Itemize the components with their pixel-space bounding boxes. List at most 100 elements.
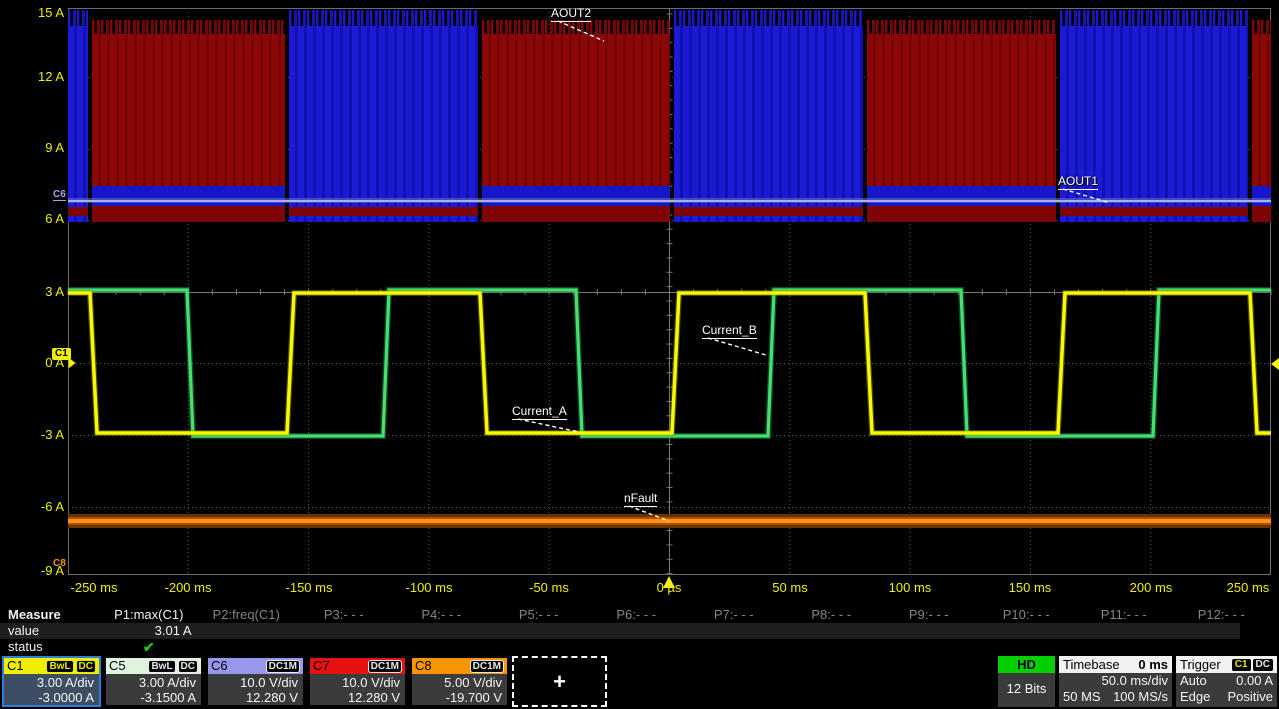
status-row-label: status: [0, 639, 100, 655]
channel-descriptor-c1[interactable]: C1BwLDC3.00 A/div-3.0000 A: [2, 656, 101, 707]
measure-param-status: [978, 639, 1076, 655]
measure-param-status: [1075, 639, 1173, 655]
measure-status-row: status ✔: [0, 639, 1279, 655]
measure-param-status: [295, 639, 393, 655]
measure-param-value: [198, 623, 296, 639]
channel-header: C6DC1M: [208, 658, 303, 674]
measure-param-status: [588, 639, 686, 655]
measure-param-value: [783, 623, 881, 639]
channel-offset: -3.0000 A: [4, 690, 94, 705]
oscilloscope-screen: 15 A12 A9 A6 A3 A0 A-3 A-6 A-9 A -250 ms…: [0, 0, 1279, 709]
hd-badge: HD: [998, 656, 1055, 673]
trigger-mode: Auto: [1180, 673, 1207, 689]
annotation-leader-lines: [0, 0, 1279, 607]
channel-scale: 5.00 V/div: [412, 675, 502, 690]
coupling-badge: DC: [76, 660, 96, 673]
measure-param-header[interactable]: P3:- - -: [295, 607, 393, 623]
trigger-slope: Positive: [1227, 689, 1273, 705]
measure-param-status: [880, 639, 978, 655]
trigger-source-chip: C1: [1232, 659, 1251, 671]
channel-offset: 12.280 V: [310, 690, 400, 705]
measure-param-header[interactable]: P10:- - -: [978, 607, 1076, 623]
measure-param-value: [490, 623, 588, 639]
annotation-leader: [1063, 189, 1110, 203]
timebase-box[interactable]: Timebase 0 ms 50.0 ms/div 50 MS 100 MS/s: [1059, 656, 1172, 707]
measure-param-value: [880, 623, 978, 639]
measure-param-value: [978, 623, 1076, 639]
coupling-badge: BwL: [46, 660, 73, 673]
coupling-badge: DC1M: [368, 660, 402, 673]
channel-id: C7: [313, 659, 330, 673]
measure-param-header[interactable]: P4:- - -: [393, 607, 491, 623]
coupling-badge: DC: [178, 660, 198, 673]
channel-settings: 10.0 V/div12.280 V: [208, 674, 303, 705]
value-row-label: value: [0, 623, 100, 639]
measure-param-status: [490, 639, 588, 655]
channel-badges: BwLDC: [148, 660, 198, 673]
trigger-coupling-chip: DC: [1253, 659, 1273, 671]
measure-param-status: [393, 639, 491, 655]
channel-descriptor-c5[interactable]: C5 BwLDC3.00 A/div-3.1500 A: [104, 656, 203, 707]
channel-settings: 10.0 V/div12.280 V: [310, 674, 405, 705]
measure-param-value: [588, 623, 686, 639]
timebase-samples: 50 MS: [1063, 689, 1101, 705]
channel-header: C8 DC1M: [412, 658, 507, 674]
timebase-scale: 50.0 ms/div: [1102, 673, 1168, 689]
channel-offset: 12.280 V: [208, 690, 298, 705]
hd-bits: 12 Bits: [998, 673, 1055, 705]
channel-settings: 3.00 A/div-3.1500 A: [106, 674, 201, 705]
measure-param-header[interactable]: P5:- - -: [490, 607, 588, 623]
measure-param-header[interactable]: P7:- - -: [685, 607, 783, 623]
trigger-box[interactable]: Trigger C1 DC Auto 0.00 A Edge Positive: [1176, 656, 1277, 707]
channel-scale: 10.0 V/div: [310, 675, 400, 690]
channel-header: C7 DC1M: [310, 658, 405, 674]
channel-id: C5: [109, 659, 126, 673]
channel-badges: DC1M: [266, 660, 300, 673]
trigger-title: Trigger: [1180, 657, 1221, 672]
measure-param-header[interactable]: P12:- - -: [1173, 607, 1271, 623]
annotation-leader: [629, 506, 669, 521]
channel-descriptor-c7[interactable]: C7DC1M10.0 V/div12.280 V: [308, 656, 407, 707]
channel-id: C8: [415, 659, 432, 673]
channel-id: C1: [7, 659, 24, 673]
measure-table: Measure P1:max(C1)P2:freq(C1)P3:- - -P4:…: [0, 607, 1279, 655]
measure-param-status: [198, 639, 296, 655]
measure-title: Measure: [0, 607, 100, 623]
measure-param-status: [783, 639, 881, 655]
measure-param-status: ✔: [100, 639, 198, 655]
waveform-display[interactable]: 15 A12 A9 A6 A3 A0 A-3 A-6 A-9 A -250 ms…: [0, 0, 1279, 607]
channel-header: C5 BwLDC: [106, 658, 201, 674]
channel-scale: 3.00 A/div: [106, 675, 196, 690]
channel-descriptor-c6[interactable]: C6DC1M10.0 V/div12.280 V: [206, 656, 305, 707]
add-channel-button[interactable]: +: [512, 656, 607, 707]
hd-mode-box[interactable]: HD 12 Bits: [998, 656, 1055, 707]
channel-descriptor-bar: C1BwLDC3.00 A/div-3.0000 AC5BwLDC3.00 A/…: [0, 656, 1279, 708]
measure-param-value: [1173, 623, 1271, 639]
channel-offset: -19.700 V: [412, 690, 502, 705]
annotation-leader: [708, 338, 766, 355]
annotation-leader: [518, 419, 579, 432]
measure-param-header[interactable]: P2:freq(C1): [198, 607, 296, 623]
measure-param-header[interactable]: P8:- - -: [783, 607, 881, 623]
measure-param-header[interactable]: P1:max(C1): [100, 607, 198, 623]
coupling-badge: DC1M: [266, 660, 300, 673]
measure-param-header[interactable]: P11:- - -: [1075, 607, 1173, 623]
measure-param-status: [685, 639, 783, 655]
measure-param-value: [685, 623, 783, 639]
trigger-type: Edge: [1180, 689, 1210, 705]
channel-badges: DC1M: [368, 660, 402, 673]
measure-param-value: 3.01 A: [100, 623, 198, 639]
channel-descriptor-c8[interactable]: C8 DC1M 5.00 V/div-19.700 V: [410, 656, 509, 707]
channel-settings: 3.00 A/div-3.0000 A: [4, 674, 99, 705]
channel-scale: 10.0 V/div: [208, 675, 298, 690]
plus-icon: +: [553, 669, 566, 695]
measure-param-header[interactable]: P9:- - -: [880, 607, 978, 623]
coupling-badge: DC1M: [470, 660, 504, 673]
timebase-title: Timebase: [1063, 657, 1120, 672]
timebase-rate: 100 MS/s: [1113, 689, 1168, 705]
measure-param-header[interactable]: P6:- - -: [588, 607, 686, 623]
channel-badges: DC1M: [470, 660, 504, 673]
measure-header-row: Measure P1:max(C1)P2:freq(C1)P3:- - -P4:…: [0, 607, 1279, 623]
channel-scale: 3.00 A/div: [4, 675, 94, 690]
timebase-offset: 0 ms: [1138, 657, 1168, 672]
